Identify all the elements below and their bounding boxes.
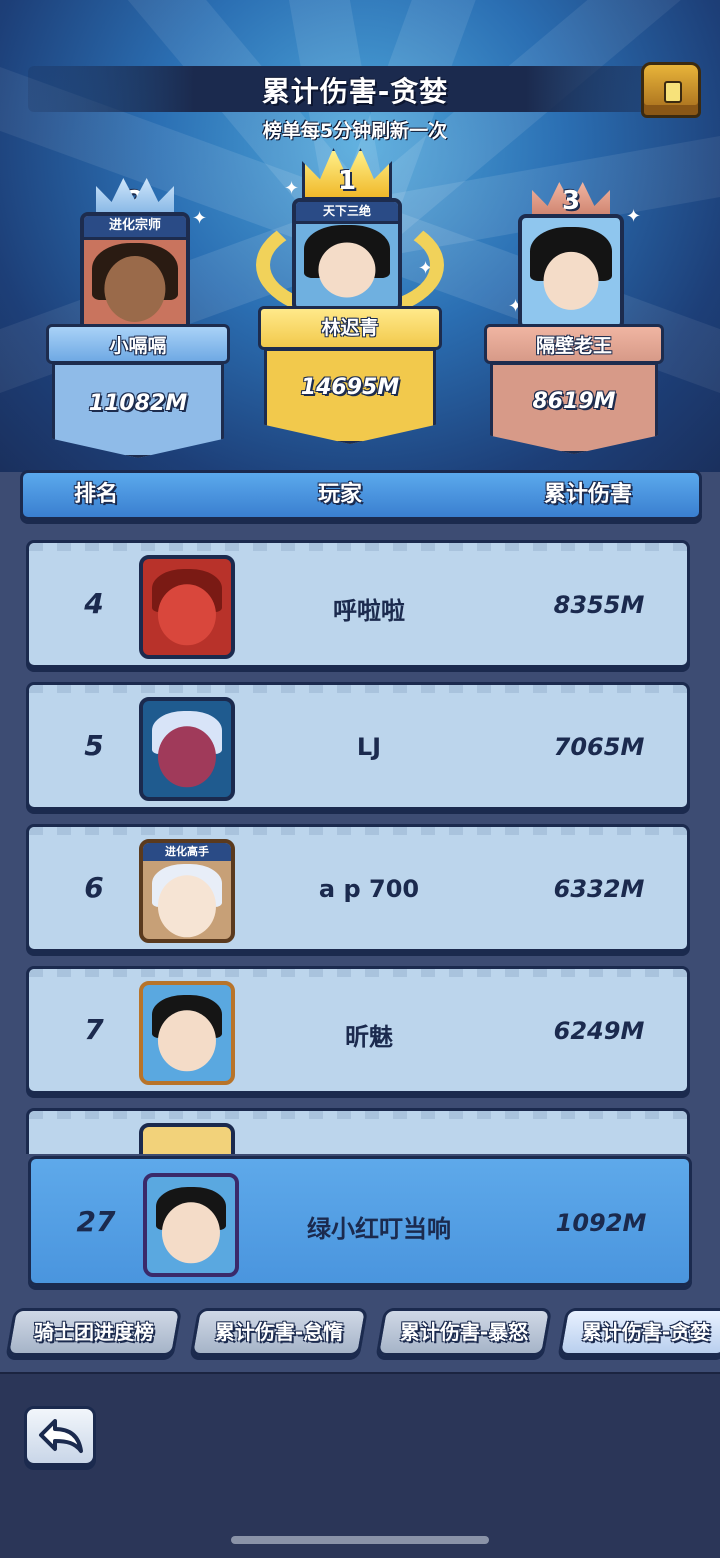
tab-label: 累计伤害-暴怒 — [399, 1320, 529, 1344]
bottom-bar — [0, 1372, 720, 1558]
red-demon-avatar — [139, 555, 235, 659]
frame-label: 进化高手 — [143, 843, 231, 861]
rank-badge: 3 — [561, 186, 581, 216]
row-rank: 4 — [84, 587, 104, 620]
player-name: 隔壁老王 — [484, 324, 664, 364]
row-damage: 7065M — [553, 733, 645, 761]
table-row[interactable]: 4 呼啦啦 8355M — [26, 540, 690, 668]
row-rank: 5 — [84, 729, 104, 762]
row-damage: 6332M — [553, 875, 645, 903]
sparkle-icon: ✦ — [284, 178, 300, 199]
treasure-chest-icon[interactable] — [641, 62, 701, 118]
player-damage: 14695M — [264, 348, 436, 444]
page-title: 累计伤害-贪婪 — [261, 75, 449, 108]
row-player-name: a p 700 — [318, 875, 420, 903]
refresh-note: 榜单每5分钟刷新一次 — [262, 120, 448, 142]
frame-label: 天下三绝 — [296, 202, 398, 224]
row-player-name: 绿小红叮当响 — [307, 1215, 451, 1243]
back-arrow-icon — [39, 1419, 83, 1453]
sparkle-icon: ✦ — [626, 206, 642, 227]
white-hair-ninja-avatar — [139, 697, 235, 801]
header-rank: 排名 — [74, 482, 119, 507]
header-damage: 累计伤害 — [544, 482, 633, 507]
row-player-name: 呼啦啦 — [333, 597, 405, 625]
table-row[interactable] — [26, 1108, 690, 1154]
avatar — [139, 1123, 235, 1154]
frame-label: 进化宗师 — [84, 216, 186, 240]
my-rank-row[interactable]: 27 绿小红叮当响 1092M — [28, 1156, 692, 1286]
row-rank: 7 — [84, 1013, 104, 1046]
row-rank: 6 — [84, 871, 104, 904]
tab-damage-wrath[interactable]: 累计伤害-暴怒 — [375, 1308, 553, 1356]
tab-label: 累计伤害-贪婪 — [581, 1320, 711, 1344]
row-damage: 8355M — [553, 591, 645, 619]
rank-badge: 1 — [337, 166, 357, 196]
player-portrait: 天下三绝 — [292, 198, 402, 312]
table-row[interactable]: 6 进化高手 a p 700 6332M — [26, 824, 690, 952]
white-fox-girl-avatar: 进化高手 — [139, 839, 235, 943]
tab-label: 累计伤害-怠惰 — [214, 1320, 344, 1344]
player-portrait: 进化宗师 — [80, 212, 190, 334]
player-portrait — [518, 214, 624, 330]
player-name: 小嗝嗝 — [46, 324, 230, 364]
tab-knight-progress[interactable]: 骑士团进度榜 — [5, 1308, 183, 1356]
back-button[interactable] — [24, 1406, 96, 1466]
black-hair-girl-avatar — [139, 981, 235, 1085]
player-damage: 8619M — [490, 362, 658, 454]
row-damage: 6249M — [553, 1017, 645, 1045]
player-damage: 11082M — [52, 362, 224, 458]
row-rank: 27 — [76, 1205, 116, 1238]
ranking-list[interactable]: 4 呼啦啦 8355M 5 LJ 7065M 6 进化高手 a p 700 63… — [0, 530, 720, 1154]
table-row[interactable]: 7 昕魅 6249M — [26, 966, 690, 1094]
player-name: 林迟青 — [258, 306, 442, 350]
black-hair-girl-avatar — [143, 1173, 239, 1277]
header-player: 玩家 — [318, 482, 363, 507]
tab-damage-sloth[interactable]: 累计伤害-怠惰 — [189, 1308, 369, 1356]
row-player-name: 昕魅 — [345, 1023, 393, 1051]
table-row[interactable]: 5 LJ 7065M — [26, 682, 690, 810]
row-player-name: LJ — [356, 733, 382, 761]
tab-damage-greed[interactable]: 累计伤害-贪婪 — [557, 1308, 720, 1356]
row-damage: 1092M — [555, 1209, 647, 1237]
home-indicator[interactable] — [231, 1536, 489, 1544]
tab-label: 骑士团进度榜 — [34, 1320, 154, 1344]
sparkle-icon: ✦ — [192, 208, 208, 229]
